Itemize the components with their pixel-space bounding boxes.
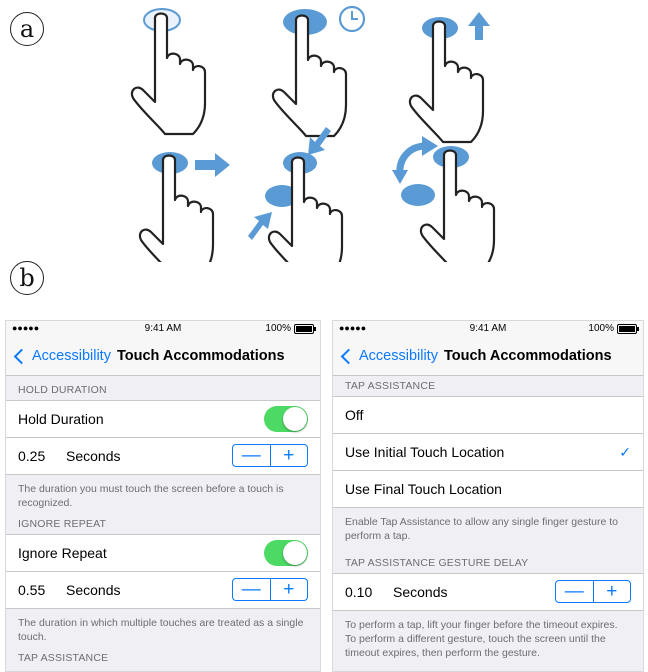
section-header-ignore-repeat: IGNORE REPEAT: [18, 518, 107, 530]
navigation-bar: Accessibility Touch Accommodations: [6, 337, 320, 376]
section-header-tap-assistance: TAP ASSISTANCE: [345, 380, 436, 392]
hold-duration-group: Hold Duration 0.25 Seconds — +: [6, 400, 320, 475]
gesture-delay-unit: Seconds: [393, 584, 448, 600]
chevron-left-icon: [340, 348, 357, 364]
ignore-repeat-value: 0.55: [18, 582, 46, 598]
toggle-knob: [283, 407, 307, 431]
hold-duration-value: 0.25: [18, 448, 46, 464]
increment-button[interactable]: +: [594, 581, 631, 602]
hold-duration-stepper: — +: [232, 444, 308, 467]
gesture-delay-stepper: — +: [555, 580, 631, 603]
gesture-delay-value: 0.10: [345, 584, 373, 600]
rotate-hand-icon: [392, 136, 496, 262]
hold-duration-label: Hold Duration: [18, 411, 104, 427]
back-button-label: Accessibility: [359, 348, 438, 364]
ignore-repeat-label: Ignore Repeat: [18, 545, 107, 561]
ignore-repeat-row: Ignore Repeat: [6, 535, 320, 572]
ignore-repeat-group: Ignore Repeat 0.55 Seconds — +: [6, 534, 320, 609]
gesture-illustrations: [130, 5, 496, 262]
battery-percent: 100%: [588, 323, 614, 334]
hold-duration-value-row: 0.25 Seconds — +: [6, 438, 320, 474]
swipe-up-hand-icon: [408, 12, 490, 144]
option-label: Use Final Touch Location: [345, 481, 502, 497]
gesture-delay-footer: To perform a tap, lift your finger befor…: [345, 619, 618, 659]
battery-icon: [294, 323, 316, 334]
status-bar: ●●●●● 9:41 AM 100%: [333, 321, 643, 337]
decrement-button[interactable]: —: [556, 581, 594, 602]
checkmark-icon: ✓: [619, 443, 631, 460]
back-button[interactable]: Accessibility: [339, 348, 438, 364]
back-button-label: Accessibility: [32, 348, 111, 364]
right-phone-screen: ●●●●● 9:41 AM 100% Accessibility Touch A…: [332, 320, 644, 672]
navigation-bar: Accessibility Touch Accommodations: [333, 337, 643, 376]
option-use-final-touch-location[interactable]: Use Final Touch Location: [333, 471, 643, 507]
ignore-repeat-unit: Seconds: [66, 582, 121, 598]
panel-label-b: b: [10, 261, 44, 295]
increment-button[interactable]: +: [271, 445, 308, 466]
decrement-button[interactable]: —: [233, 579, 271, 600]
tap-assistance-options: Off Use Initial Touch Location ✓ Use Fin…: [333, 396, 643, 508]
ignore-repeat-value-row: 0.55 Seconds — +: [6, 572, 320, 608]
chevron-left-icon: [13, 348, 30, 364]
section-header-tap-assistance: TAP ASSISTANCE: [18, 652, 109, 664]
left-phone-screen: ●●●●● 9:41 AM 100% Accessibility Touch A…: [5, 320, 321, 672]
decrement-button[interactable]: —: [233, 445, 271, 466]
tap-hand-icon: [130, 8, 207, 136]
hold-hand-icon: [271, 5, 366, 138]
option-label: Use Initial Touch Location: [345, 444, 505, 460]
section-header-hold-duration: HOLD DURATION: [18, 384, 107, 396]
option-off[interactable]: Off: [333, 397, 643, 434]
battery-status: 100%: [265, 323, 316, 334]
back-button[interactable]: Accessibility: [12, 348, 111, 364]
ignore-repeat-toggle[interactable]: [264, 540, 308, 566]
battery-percent: 100%: [265, 323, 291, 334]
increment-button[interactable]: +: [271, 579, 308, 600]
page-title: Touch Accommodations: [443, 348, 612, 364]
ignore-repeat-stepper: — +: [232, 578, 308, 601]
hold-duration-row: Hold Duration: [6, 401, 320, 438]
toggle-knob: [283, 541, 307, 565]
option-use-initial-touch-location[interactable]: Use Initial Touch Location ✓: [333, 434, 643, 471]
option-label: Off: [345, 407, 364, 423]
gesture-delay-value-row: 0.10 Seconds — +: [333, 574, 643, 610]
battery-icon: [617, 323, 639, 334]
hold-duration-unit: Seconds: [66, 448, 121, 464]
gesture-delay-group: 0.10 Seconds — +: [333, 573, 643, 611]
pinch-hand-icon: [248, 127, 344, 262]
battery-status: 100%: [588, 323, 639, 334]
tap-assistance-footer: Enable Tap Assistance to allow any singl…: [345, 516, 618, 542]
status-bar: ●●●●● 9:41 AM 100%: [6, 321, 320, 337]
page-title: Touch Accommodations: [116, 348, 285, 364]
panel-label-a: a: [10, 12, 44, 46]
hold-duration-toggle[interactable]: [264, 406, 308, 432]
hold-duration-footer: The duration you must touch the screen b…: [18, 483, 284, 509]
ignore-repeat-footer: The duration in which multiple touches a…: [18, 617, 304, 643]
section-header-gesture-delay: TAP ASSISTANCE GESTURE DELAY: [345, 557, 529, 569]
swipe-right-hand-icon: [138, 152, 230, 262]
